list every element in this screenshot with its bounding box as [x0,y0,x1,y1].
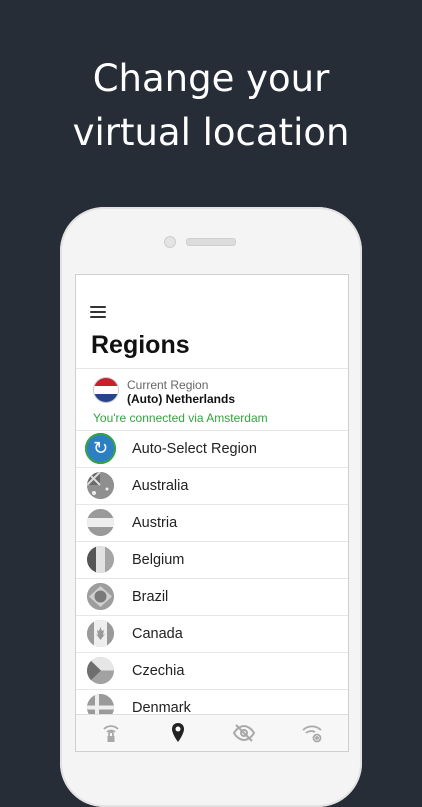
headline: Change your virtual location [0,52,422,160]
hamburger-menu-icon[interactable] [90,306,106,318]
region-label: Australia [132,478,189,494]
current-region-name: (Auto) Netherlands [127,392,235,406]
flag-australia-icon [87,472,114,499]
region-item-canada[interactable]: Canada [76,615,348,652]
region-item-belgium[interactable]: Belgium [76,541,348,578]
headline-line-2: virtual location [72,111,350,154]
eye-off-icon[interactable] [232,721,256,745]
refresh-icon: ↻ [85,433,116,464]
flag-canada-icon [87,620,114,647]
flag-netherlands-icon [93,377,119,403]
region-label: Austria [132,515,178,531]
headline-line-1: Change your [92,57,330,100]
region-label: Auto-Select Region [132,441,257,457]
wifi-settings-icon[interactable] [300,721,324,745]
region-label: Czechia [132,663,185,679]
camera-icon [164,236,176,248]
flag-austria-icon [87,509,114,536]
current-region: Current Region (Auto) Netherlands You're… [76,368,348,431]
region-item-austria[interactable]: Austria [76,504,348,541]
region-item-auto-select[interactable]: ↻ Auto-Select Region [76,430,348,467]
region-list: ↻ Auto-Select Region Australia Austria B… [76,430,348,726]
region-item-australia[interactable]: Australia [76,467,348,504]
region-label: Belgium [132,552,185,568]
flag-belgium-icon [87,546,114,573]
flag-czechia-icon [87,657,114,684]
region-item-czechia[interactable]: Czechia [76,652,348,689]
location-pin-icon[interactable] [166,721,190,745]
region-item-brazil[interactable]: Brazil [76,578,348,615]
speaker-grille [186,238,236,246]
flag-brazil-icon [87,583,114,610]
region-label: Canada [132,626,183,642]
region-label: Brazil [132,589,169,605]
current-region-label: Current Region [127,378,209,392]
tab-bar [76,714,348,751]
page-title: Regions [91,331,190,359]
wifi-lock-icon[interactable] [99,721,123,745]
phone-screen: Regions Current Region (Auto) Netherland… [75,274,349,752]
connection-status: You're connected via Amsterdam [93,411,268,425]
